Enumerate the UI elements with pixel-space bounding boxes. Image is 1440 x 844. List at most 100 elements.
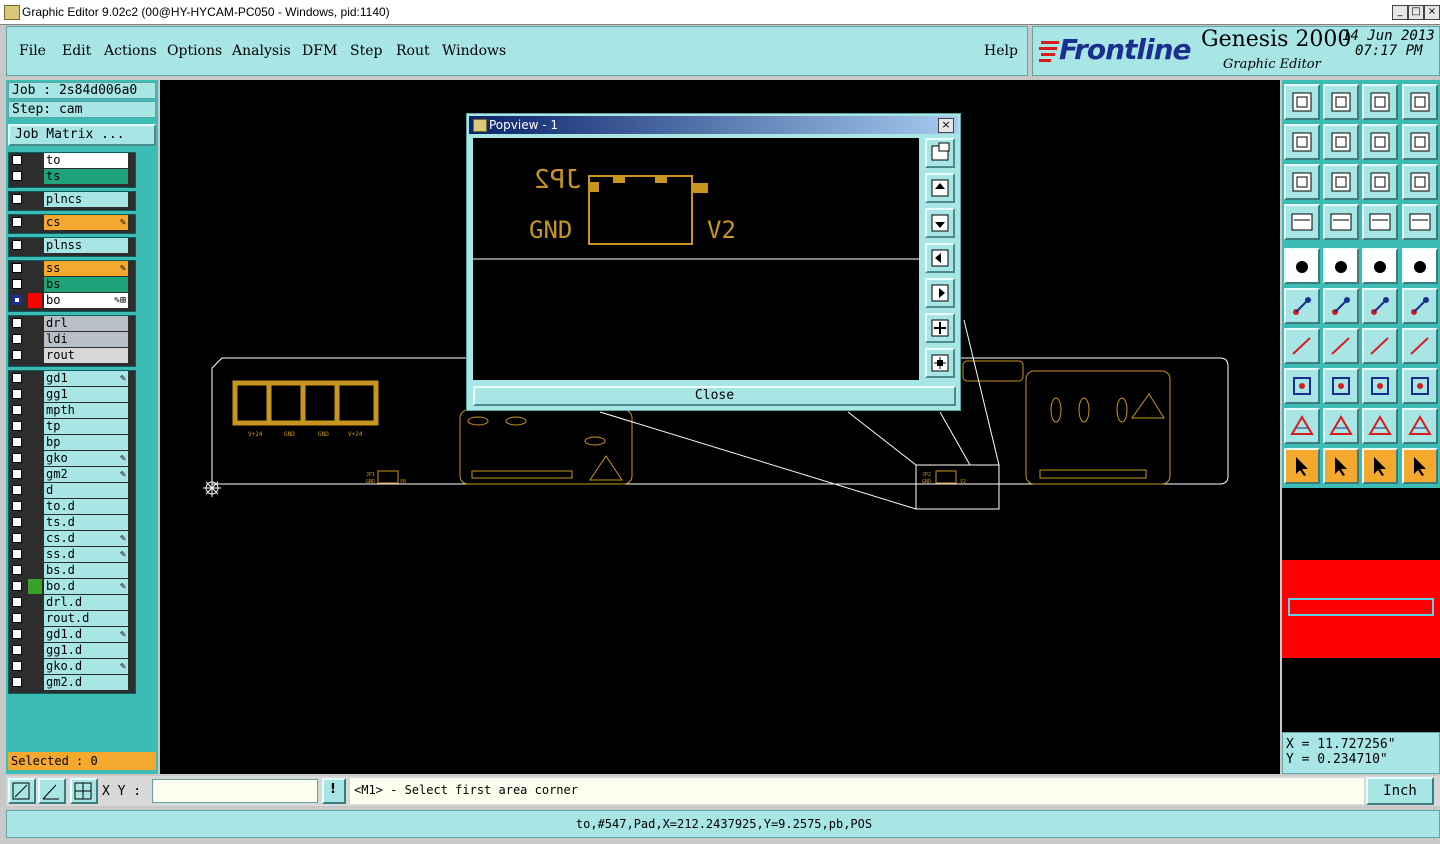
layer-row-bs-d[interactable]: bs.d [8, 563, 134, 578]
layer-row-plnss[interactable]: plnss [8, 238, 134, 253]
menu-file[interactable]: File [19, 43, 46, 59]
layer-name[interactable]: d [44, 483, 128, 498]
layer-checkbox[interactable] [12, 334, 22, 344]
layer-row-mpth[interactable]: mpth [8, 403, 134, 418]
layer-row-ldi[interactable]: ldi [8, 332, 134, 347]
layer-color-swatch[interactable] [28, 547, 42, 562]
prev-button[interactable] [1284, 124, 1320, 160]
ruler-button[interactable] [1362, 248, 1398, 284]
layer-checkbox[interactable] [12, 279, 22, 289]
dot-button[interactable] [1402, 248, 1438, 284]
layer-name[interactable]: gd1.d ✎ [44, 627, 128, 642]
layer-name[interactable]: gm2.d [44, 675, 128, 690]
menu-options[interactable]: Options [167, 43, 222, 59]
overview-map[interactable] [1282, 488, 1440, 732]
layer-checkbox[interactable] [12, 350, 22, 360]
layer-row-rout-d[interactable]: rout.d [8, 611, 134, 626]
layer-checkbox[interactable] [12, 533, 22, 543]
layer-name[interactable]: drl.d [44, 595, 128, 610]
layer-checkbox[interactable] [12, 155, 22, 165]
layer-checkbox[interactable] [12, 217, 22, 227]
pointer-button[interactable] [1284, 448, 1320, 484]
close-window-button[interactable]: × [1424, 5, 1440, 20]
layer-checkbox[interactable] [12, 517, 22, 527]
layer-row-bo[interactable]: bo ✎⊞ [8, 293, 134, 308]
split-button[interactable] [1402, 328, 1438, 364]
layer-color-swatch[interactable] [28, 595, 42, 610]
shapes-button[interactable] [1402, 368, 1438, 404]
layer-name[interactable]: bs.d [44, 563, 128, 578]
cross-button[interactable] [1323, 288, 1359, 324]
home-button[interactable] [1362, 84, 1398, 120]
layer-checkbox[interactable] [12, 501, 22, 511]
layer-color-swatch[interactable] [28, 499, 42, 514]
layer-name[interactable]: gko ✎ [44, 451, 128, 466]
layer-name[interactable]: rout.d [44, 611, 128, 626]
layer-name[interactable]: to [44, 153, 128, 168]
job-matrix-button[interactable]: Job Matrix ... [8, 124, 156, 146]
layer-name[interactable]: plncs [44, 192, 128, 207]
layer-color-swatch[interactable] [28, 348, 42, 363]
layer-checkbox[interactable] [12, 661, 22, 671]
layer-row-ss[interactable]: ss ✎ [8, 261, 134, 276]
layer-row-drl[interactable]: drl [8, 316, 134, 331]
popview-title-bar[interactable]: Popview - 1 × [469, 116, 958, 134]
redo-button[interactable] [1402, 124, 1438, 160]
maximize-button[interactable]: □ [1408, 5, 1424, 20]
measure-button[interactable] [1284, 204, 1320, 240]
popview-close-icon[interactable]: × [938, 118, 954, 133]
help-button[interactable] [1402, 164, 1438, 200]
node-button[interactable] [1284, 288, 1320, 324]
layer-name[interactable]: bo ✎⊞ [44, 293, 128, 308]
layer-color-swatch[interactable] [28, 293, 42, 308]
xy-input[interactable] [152, 779, 318, 803]
slash-button[interactable] [1323, 328, 1359, 364]
triangle-4-button[interactable] [1402, 408, 1438, 444]
execute-button[interactable]: ! [322, 778, 346, 804]
layer-name[interactable]: gko.d ✎ [44, 659, 128, 674]
menu-windows[interactable]: Windows [442, 43, 506, 59]
layer-name[interactable]: gm2 ✎ [44, 467, 128, 482]
layer-name[interactable]: gd1 ✎ [44, 371, 128, 386]
menu-edit[interactable]: Edit [62, 43, 91, 59]
snap-button[interactable] [1284, 368, 1320, 404]
connect-button[interactable] [1362, 288, 1398, 324]
layer-color-swatch[interactable] [28, 403, 42, 418]
angle-mode-button[interactable] [38, 778, 66, 804]
layer-color-swatch[interactable] [28, 483, 42, 498]
layer-row-bs[interactable]: bs [8, 277, 134, 292]
layer-color-swatch[interactable] [28, 238, 42, 253]
layer-checkbox[interactable] [12, 453, 22, 463]
layer-color-swatch[interactable] [28, 563, 42, 578]
layer-checkbox[interactable] [12, 405, 22, 415]
layer-row-cs-d[interactable]: cs.d ✎ [8, 531, 134, 546]
zoom-box-button[interactable] [1362, 368, 1398, 404]
layer-color-swatch[interactable] [28, 277, 42, 292]
layer-name[interactable]: gg1.d [44, 643, 128, 658]
layer-color-swatch[interactable] [28, 675, 42, 690]
layer-color-swatch[interactable] [28, 387, 42, 402]
layer-checkbox[interactable] [12, 171, 22, 181]
layer-checkbox[interactable] [12, 485, 22, 495]
layer-row-to[interactable]: to [8, 153, 134, 168]
layer-color-swatch[interactable] [28, 153, 42, 168]
layer-row-tp[interactable]: tp [8, 419, 134, 434]
layer-name[interactable]: cs ✎ [44, 215, 128, 230]
layer-color-swatch[interactable] [28, 467, 42, 482]
layer-checkbox[interactable] [12, 597, 22, 607]
layer-name[interactable]: mpth [44, 403, 128, 418]
popview-canvas[interactable]: JP2 GND V2 [473, 138, 919, 380]
snap-mode-button[interactable] [8, 778, 36, 804]
layer-checkbox[interactable] [12, 645, 22, 655]
popview-pan-down-button[interactable] [925, 208, 955, 238]
layer-color-swatch[interactable] [28, 169, 42, 184]
layer-row-to-d[interactable]: to.d [8, 499, 134, 514]
layer-checkbox[interactable] [12, 581, 22, 591]
triangle-3-button[interactable] [1362, 408, 1398, 444]
layer-row-gg1-d[interactable]: gg1.d [8, 643, 134, 658]
layer-name[interactable]: tp [44, 419, 128, 434]
grid-mode-button[interactable] [70, 778, 98, 804]
overview-viewport[interactable] [1288, 598, 1434, 616]
layer-checkbox[interactable] [12, 373, 22, 383]
layer-name[interactable]: ss.d ✎ [44, 547, 128, 562]
